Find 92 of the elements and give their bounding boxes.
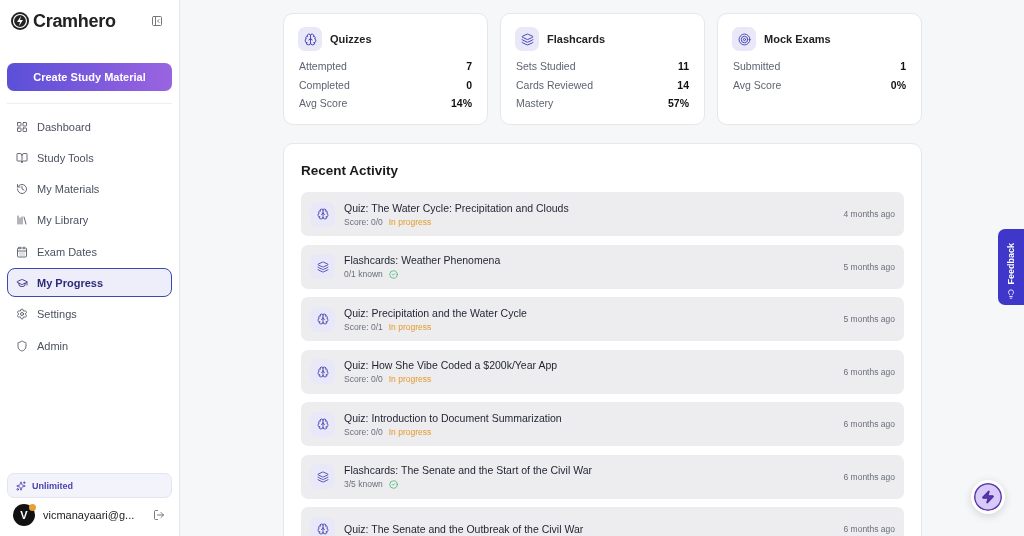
layers-icon (316, 260, 329, 273)
activity-status: In progress (388, 216, 432, 227)
stat-value: 14% (451, 97, 472, 110)
activity-detail: Score: 0/0 (344, 374, 383, 384)
activity-title: Flashcards: The Senate and the Start of the Civil War (344, 464, 594, 476)
stat-value: 1 (900, 60, 906, 73)
activity-title: Flashcards: Weather Phenomena (344, 254, 502, 266)
plan-label: Unlimited (32, 480, 73, 491)
activity-item[interactable]: Quiz: Precipitation and the Water Cycle Score: 0/1 In progress 5 months ago (301, 297, 904, 341)
calendar-icon (16, 245, 28, 258)
stat-label: Avg Score (299, 97, 348, 110)
stat-value: 14 (677, 78, 689, 91)
activity-time: 6 months ago (843, 524, 895, 534)
stat-label: Completed (299, 78, 350, 91)
activity-detail: Score: 0/0 (344, 426, 383, 437)
stat-label: Cards Reviewed (516, 78, 594, 91)
stat-value: 0% (890, 78, 906, 91)
book-icon (16, 151, 28, 164)
check-circle-icon (388, 269, 398, 279)
brain-icon (316, 313, 329, 325)
stat-label: Attempted (299, 60, 347, 73)
brand-name: Cramhero (33, 10, 116, 32)
activity-item[interactable]: Quiz: The Senate and the Outbreak of the Civil War 6 months ago (301, 507, 904, 536)
activity-time: 4 months ago (843, 209, 895, 219)
layers-icon (520, 32, 534, 46)
stat-label: Submitted (733, 60, 781, 73)
logo-icon (10, 11, 30, 31)
collapse-sidebar-icon[interactable] (151, 15, 163, 27)
stat-value: 57% (668, 97, 689, 110)
layers-icon (316, 470, 329, 483)
card-title: Flashcards (547, 33, 606, 45)
activity-detail: Score: 0/0 (344, 216, 383, 227)
activity-time: 5 months ago (843, 261, 895, 272)
stat-label: Sets Studied (516, 60, 576, 73)
library-icon (16, 214, 28, 227)
create-study-material-button[interactable]: Create Study Material (7, 63, 172, 91)
lightbulb-icon (1006, 289, 1016, 299)
settings-icon (16, 308, 28, 321)
activity-time: 6 months ago (843, 471, 895, 482)
target-icon (737, 32, 751, 46)
activity-title: Quiz: How She Vibe Coded a $200k/Year App (344, 359, 559, 371)
nav-item[interactable]: Admin (7, 331, 172, 361)
logout-icon[interactable] (153, 509, 165, 521)
user-avatar[interactable]: V (13, 504, 35, 526)
nav-item[interactable]: Exam Dates (7, 237, 172, 267)
shield-icon (16, 339, 28, 352)
activity-item[interactable]: Quiz: How She Vibe Coded a $200k/Year App Score: 0/0 In progress 6 months ago (301, 349, 904, 394)
activity-time: 6 months ago (843, 366, 895, 377)
activity-detail: 0/1 known (344, 269, 383, 279)
activity-status: In progress (388, 374, 432, 384)
grid-icon (16, 120, 28, 133)
card-title: Quizzes (330, 33, 372, 45)
brain-icon (303, 32, 317, 46)
activity-title: Quiz: Precipitation and the Water Cycle (344, 306, 528, 319)
card-title: Mock Exams (764, 33, 831, 45)
brain-icon (316, 523, 329, 535)
feedback-tab[interactable]: Feedback (998, 229, 1024, 305)
brain-icon (316, 365, 329, 378)
nav-item[interactable]: My Materials (7, 174, 172, 204)
user-email: vicmanayaari@g... (43, 509, 136, 521)
activity-item[interactable]: Flashcards: Weather Phenomena 0/1 known 5 months ago (301, 244, 904, 289)
stat-label: Avg Score (733, 78, 782, 91)
graduation-cap-icon (16, 277, 28, 289)
stat-label: Mastery (516, 97, 554, 110)
panel-title: Recent Activity (301, 163, 400, 178)
sparkles-icon (16, 480, 26, 491)
history-icon (16, 183, 28, 196)
stat-value: 0 (466, 78, 472, 91)
activity-item[interactable]: Flashcards: The Senate and the Start of the Civil War 3/5 known 6 months ago (301, 454, 904, 499)
activity-status: In progress (388, 321, 432, 332)
activity-title: Quiz: Introduction to Document Summarization (344, 411, 563, 424)
activity-title: Quiz: The Water Cycle: Precipitation and Clouds (344, 201, 570, 214)
lightning-icon (981, 490, 995, 504)
activity-item[interactable]: Quiz: Introduction to Document Summarization Score: 0/0 In progress 6 months ago (301, 402, 904, 446)
activity-detail: 3/5 known (344, 479, 383, 489)
activity-title: Quiz: The Senate and the Outbreak of the Civil War (344, 523, 585, 535)
nav-item[interactable]: Study Tools (7, 143, 172, 173)
brain-icon (316, 418, 329, 430)
nav-item[interactable]: Dashboard (7, 112, 172, 141)
brain-icon (316, 208, 329, 220)
activity-item[interactable]: Quiz: The Water Cycle: Precipitation and Clouds Score: 0/0 In progress 4 months ago (301, 192, 904, 236)
activity-time: 5 months ago (843, 314, 895, 324)
check-circle-icon (388, 479, 398, 489)
activity-detail: Score: 0/1 (344, 321, 383, 332)
stat-value: 11 (677, 60, 689, 73)
nav-item[interactable]: My Progress (7, 268, 172, 298)
activity-status: In progress (388, 426, 432, 437)
nav-item[interactable]: Settings (7, 299, 172, 329)
stat-value: 7 (466, 60, 472, 73)
nav-item[interactable]: My Library (7, 205, 172, 235)
assistant-button[interactable] (971, 480, 1005, 514)
activity-time: 6 months ago (843, 419, 895, 429)
